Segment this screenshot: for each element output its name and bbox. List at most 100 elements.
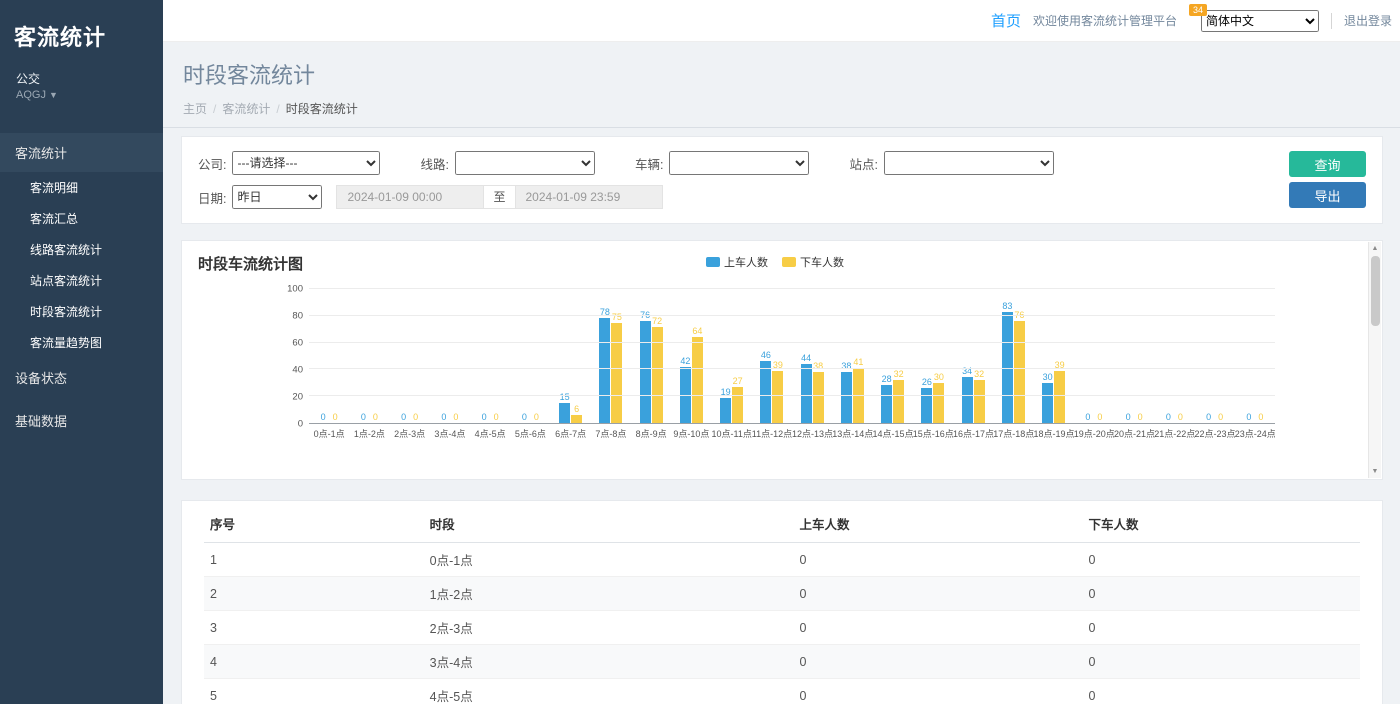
bar-group: 00: [510, 289, 550, 423]
bar: 39: [1054, 371, 1065, 423]
table-row: 10点-1点00: [204, 543, 1360, 577]
bar: 64: [692, 337, 703, 423]
vehicle-filter: 车辆:: [635, 151, 809, 175]
scroll-down-icon[interactable]: ▼: [1369, 465, 1381, 478]
date-start-input[interactable]: 2024-01-09 00:00: [336, 185, 484, 209]
table-cell: 0: [1083, 543, 1360, 577]
bar: 30: [933, 383, 944, 423]
sidebar-item-设备状态[interactable]: 设备状态: [0, 358, 163, 397]
app-title: 客流统计: [0, 0, 163, 64]
bar-value-label: 0: [413, 412, 418, 422]
x-tick-label: 22点-23点: [1195, 427, 1235, 440]
bar-value-label: 0: [522, 412, 527, 422]
bar: 38: [841, 372, 852, 423]
sidebar-item-站点客流统计[interactable]: 站点客流统计: [0, 265, 163, 296]
date-end-input[interactable]: 2024-01-09 23:59: [515, 185, 663, 209]
bar-group: 4438: [792, 289, 832, 423]
bar: 30: [1042, 383, 1053, 423]
vehicle-select[interactable]: [669, 151, 809, 175]
x-tick-label: 0点-1点: [309, 427, 349, 440]
bar: 46: [760, 361, 771, 423]
bar-group: 00: [1074, 289, 1114, 423]
table-cell: 0: [794, 611, 1083, 645]
bar-value-label: 0: [1206, 412, 1211, 422]
bar-group: 2630: [913, 289, 953, 423]
divider: [1331, 13, 1332, 29]
bar-group: 8376: [993, 289, 1033, 423]
table-cell: 0: [1083, 611, 1360, 645]
line-filter: 线路:: [420, 151, 594, 175]
plot-area: 020406080100 000000000000156787576724264…: [275, 289, 1275, 424]
bar: 32: [893, 380, 904, 423]
bar-value-label: 0: [321, 412, 326, 422]
chart-scrollbar[interactable]: ▲ ▼: [1368, 242, 1381, 478]
sidebar-item-客流明细[interactable]: 客流明细: [0, 172, 163, 203]
scroll-up-icon[interactable]: ▲: [1369, 242, 1381, 255]
bar-value-label: 38: [841, 361, 851, 371]
language-select[interactable]: 简体中文: [1201, 10, 1319, 32]
filter-panel: 公司: ---请选择--- 线路: 车辆: 站点: 日期:: [181, 136, 1383, 224]
org-selector[interactable]: AQGJ▼: [16, 89, 147, 101]
line-select[interactable]: [455, 151, 595, 175]
y-tick-label: 20: [292, 392, 303, 403]
bar: 76: [1014, 321, 1025, 423]
bar: 78: [599, 318, 610, 423]
breadcrumb-item[interactable]: 客流统计: [222, 102, 270, 116]
bar-group: 7672: [631, 289, 671, 423]
bar: 44: [801, 364, 812, 423]
sidebar-item-基础数据[interactable]: 基础数据: [0, 401, 163, 440]
table-cell: 3点-4点: [424, 645, 794, 679]
bar-value-label: 0: [1138, 412, 1143, 422]
table-cell: 2: [204, 577, 424, 611]
bar-value-label: 44: [801, 353, 811, 363]
bar-value-label: 0: [1085, 412, 1090, 422]
sidebar-item-客流量趋势图[interactable]: 客流量趋势图: [0, 327, 163, 358]
filter-row-1: 公司: ---请选择--- 线路: 车辆: 站点:: [198, 151, 1366, 175]
bar-value-label: 0: [441, 412, 446, 422]
x-tick-label: 19点-20点: [1074, 427, 1114, 440]
bar-group: 1927: [712, 289, 752, 423]
bar-value-label: 30: [1043, 372, 1053, 382]
bar-group: 4639: [752, 289, 792, 423]
legend-item[interactable]: 下车人数: [782, 254, 844, 270]
x-tick-label: 18点-19点: [1034, 427, 1074, 440]
x-tick-label: 3点-4点: [430, 427, 470, 440]
sidebar-item-时段客流统计[interactable]: 时段客流统计: [0, 296, 163, 327]
x-tick-label: 9点-10点: [671, 427, 711, 440]
bar-value-label: 0: [1097, 412, 1102, 422]
date-preset-select[interactable]: 昨日: [232, 185, 322, 209]
bar: 27: [732, 387, 743, 423]
breadcrumb-separator: /: [213, 102, 216, 116]
legend-item[interactable]: 上车人数: [706, 254, 768, 270]
company-select[interactable]: ---请选择---: [232, 151, 380, 175]
bar-group: 2832: [873, 289, 913, 423]
home-link[interactable]: 首页: [991, 10, 1021, 31]
sidebar-item-客流统计[interactable]: 客流统计: [0, 133, 163, 172]
x-tick-label: 17点-18点: [993, 427, 1033, 440]
bar-group: 00: [349, 289, 389, 423]
station-select[interactable]: [884, 151, 1054, 175]
bar-chart: 020406080100 000000000000156787576724264…: [275, 289, 1275, 440]
date-label: 日期:: [198, 188, 226, 207]
station-filter: 站点:: [849, 151, 1053, 175]
table-cell: 3: [204, 611, 424, 645]
scrollbar-thumb[interactable]: [1371, 256, 1380, 326]
x-tick-label: 23点-24点: [1235, 427, 1275, 440]
x-tick-label: 20点-21点: [1114, 427, 1154, 440]
x-axis-labels: 0点-1点1点-2点2点-3点3点-4点4点-5点5点-6点6点-7点7点-8点…: [309, 427, 1275, 440]
export-button[interactable]: 导出: [1289, 182, 1366, 208]
breadcrumb-item[interactable]: 主页: [183, 102, 207, 116]
logout-link[interactable]: 退出登录: [1344, 12, 1392, 29]
bar-value-label: 0: [1258, 412, 1263, 422]
bar-value-label: 26: [922, 377, 932, 387]
query-button[interactable]: 查询: [1289, 151, 1366, 177]
table-cell: 1点-2点: [424, 577, 794, 611]
table-cell: 2点-3点: [424, 611, 794, 645]
bar-value-label: 0: [1126, 412, 1131, 422]
x-tick-label: 7点-8点: [591, 427, 631, 440]
line-label: 线路:: [420, 154, 448, 173]
sidebar-item-线路客流统计[interactable]: 线路客流统计: [0, 234, 163, 265]
x-tick-label: 21点-22点: [1154, 427, 1194, 440]
sidebar-item-客流汇总[interactable]: 客流汇总: [0, 203, 163, 234]
table-cell: 0: [1083, 645, 1360, 679]
